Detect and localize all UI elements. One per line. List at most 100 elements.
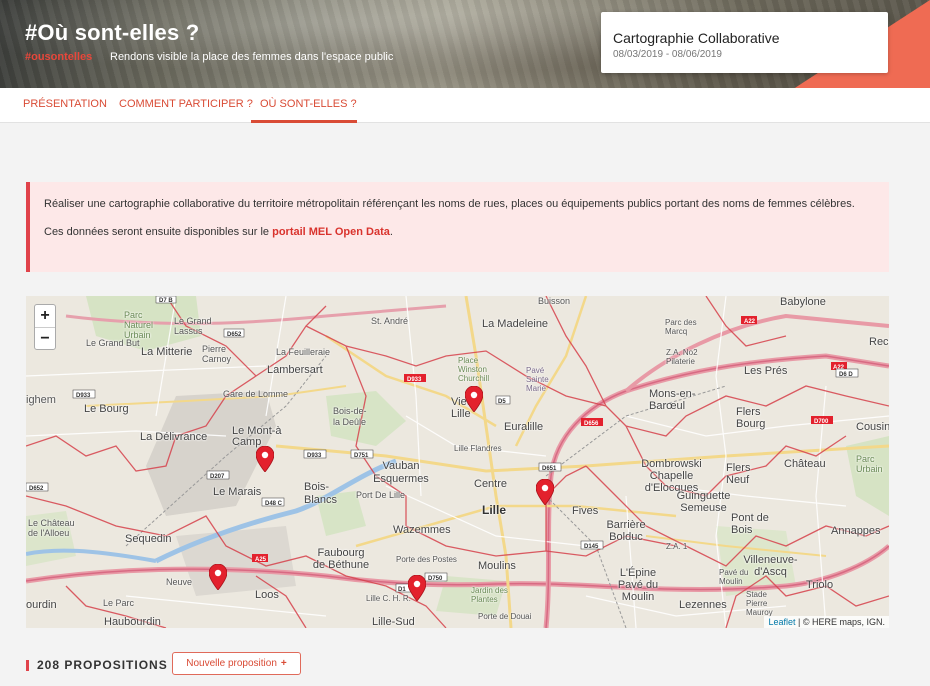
- map[interactable]: D7 B D652 D933 D5 D656 A22 A22 D700 D6 D…: [26, 296, 889, 628]
- page-title: #Où sont-elles ?: [25, 20, 200, 45]
- label-le-marais: Le Marais: [213, 486, 262, 498]
- label-flers-neuf: Flers Neuf: [726, 462, 751, 486]
- label-babylone: Babylone: [780, 296, 826, 308]
- label-fives: Fives: [572, 505, 599, 517]
- map-pin-icon[interactable]: [255, 445, 275, 473]
- label-haubourdin: Haubourdin: [104, 616, 161, 628]
- label-place-winston-churchill: Place Winston Churchill: [458, 356, 490, 383]
- label-za1: Z.A. 1: [666, 542, 688, 551]
- label-le-grand-lassus: Le Grand Lassus: [174, 316, 212, 336]
- label-la-mitterie: La Mitterie: [141, 346, 193, 358]
- label-port-de-lille: Port De Lille: [356, 490, 406, 500]
- label-st-andre: St. André: [371, 316, 409, 326]
- label-vauban-esquermes: Vauban Esquermes: [373, 460, 429, 485]
- tab-presentation[interactable]: PRÉSENTATION: [23, 88, 107, 123]
- label-neuve: Neuve: [166, 577, 193, 587]
- label-euralille: Euralille: [504, 421, 544, 433]
- open-data-link[interactable]: portail MEL Open Data: [272, 226, 390, 238]
- label-pierre-carnoy: Pierre Carnoy: [202, 344, 232, 364]
- label-lille-chr: Lille C. H. R.: [366, 594, 411, 603]
- label-barriere-bolduc: Barrière Bolduc: [606, 519, 646, 543]
- svg-text:D751: D751: [354, 453, 369, 459]
- svg-text:A22: A22: [744, 319, 756, 325]
- new-proposal-button[interactable]: Nouvelle proposition +: [172, 652, 301, 675]
- notice-prefix: Ces données seront ensuite disponibles s…: [44, 226, 273, 238]
- label-chateau: Château: [784, 458, 826, 470]
- hashtag[interactable]: #ousontelles: [25, 51, 92, 63]
- label-le-chateau-de-lalloeu: Le Château de l'Alloeu: [28, 518, 75, 538]
- attribution-text: | © HERE maps, IGN.: [795, 617, 885, 627]
- label-faubourg-de-bethune: Faubourg de Béthune: [312, 547, 370, 571]
- zoom-out-button[interactable]: −: [35, 327, 55, 349]
- label-porte-de-douai: Porte de Douai: [478, 612, 532, 621]
- svg-text:D933: D933: [407, 377, 422, 383]
- label-le-bourg: Le Bourg: [84, 403, 129, 415]
- label-lambersart: Lambersart: [267, 364, 323, 376]
- plus-icon: +: [280, 658, 287, 669]
- tab-ou-sont-elles[interactable]: OÙ SONT-ELLES ?: [251, 88, 357, 123]
- label-wazemmes: Wazemmes: [393, 524, 451, 536]
- event-title: Cartographie Collaborative: [613, 30, 780, 46]
- label-jardin-des-plantes: Jardin des Plantes: [471, 586, 508, 604]
- label-za-no2-pilaterie: Z.A. No2 Pilaterie: [666, 348, 698, 366]
- label-mons-en-baroeul: Mons-en-Barœul: [649, 388, 696, 412]
- label-le-grand-but: Le Grand But: [86, 338, 140, 348]
- map-pin-icon[interactable]: [208, 563, 228, 591]
- map-pin-icon[interactable]: [464, 385, 484, 413]
- label-porte-des-postes: Porte des Postes: [396, 555, 457, 564]
- svg-text:D652: D652: [227, 332, 242, 338]
- label-recu: Recu: [869, 336, 889, 348]
- svg-text:D652: D652: [29, 486, 44, 492]
- zoom-in-button[interactable]: +: [35, 305, 55, 327]
- label-bois-de-la-deule: Bois-de-la Deûle: [333, 406, 367, 427]
- label-la-madeleine: La Madeleine: [482, 318, 549, 330]
- label-flers-bourg: Flers Bourg: [736, 406, 766, 430]
- svg-text:D750: D750: [428, 576, 443, 582]
- svg-text:D145: D145: [584, 544, 599, 550]
- svg-text:D933: D933: [307, 453, 322, 459]
- map-pin-icon[interactable]: [407, 574, 427, 602]
- label-lezennes: Lezennes: [679, 599, 727, 611]
- svg-text:D5: D5: [498, 399, 506, 405]
- label-dombrowski: Dombrowski Chapelle d'Elocques: [641, 458, 702, 494]
- label-centre: Centre: [474, 478, 508, 490]
- leaflet-link[interactable]: Leaflet: [768, 617, 795, 627]
- notice-suffix: .: [389, 226, 393, 238]
- heading-accent-bar: [26, 659, 29, 671]
- label-stade-pierre-mauroy: Stade Pierre Mauroy: [746, 590, 773, 617]
- label-triolo: Triolo: [806, 579, 834, 591]
- proposals-count: 208 PROPOSITIONS: [37, 658, 168, 672]
- label-la-feuilleraie: La Feuilleraie: [276, 347, 331, 357]
- label-guinguette-semeuse: Guinguette Semeuse: [676, 490, 731, 514]
- label-cousinerie: Cousine: [856, 421, 889, 433]
- svg-text:D207: D207: [210, 474, 225, 480]
- label-pave-sainte-marie: Pavé Sainte Marie: [526, 366, 549, 393]
- notice-open-data: Ces données seront ensuite disponibles s…: [44, 223, 875, 242]
- svg-text:D651: D651: [542, 466, 557, 472]
- svg-text:D7 B: D7 B: [159, 298, 173, 304]
- label-le-mont-a-camp: Le Mont-à Camp: [232, 425, 282, 448]
- label-lille: Lille: [482, 503, 507, 517]
- event-dates: 08/03/2019 - 08/06/2019: [613, 49, 722, 60]
- tab-nav: PRÉSENTATION COMMENT PARTICIPER ? OÙ SON…: [0, 88, 930, 123]
- map-pin-icon[interactable]: [535, 478, 555, 506]
- label-annappes: Annappes: [831, 525, 881, 537]
- svg-text:D6 D: D6 D: [839, 372, 853, 378]
- label-lille-flandres: Lille Flandres: [454, 444, 502, 453]
- tab-comment-participer[interactable]: COMMENT PARTICIPER ?: [119, 88, 253, 123]
- label-ighem: ighem: [26, 394, 56, 406]
- label-lille-sud: Lille-Sud: [372, 616, 415, 628]
- event-card: Cartographie Collaborative 08/03/2019 - …: [601, 12, 888, 73]
- label-la-delivrance: La Délivrance: [140, 431, 208, 443]
- label-pave-du-moulin: Pavé du Moulin: [719, 568, 749, 586]
- label-parc-naturel-urbain: Parc Naturel Urbain: [124, 310, 154, 340]
- svg-text:D700: D700: [814, 419, 829, 425]
- new-proposal-label: Nouvelle proposition: [186, 658, 277, 669]
- label-sequedin: Sequedin: [125, 533, 172, 545]
- label-lepine-pave-du-moulin: L'Épine Pavé du Moulin: [617, 567, 659, 603]
- zoom-control: + −: [34, 304, 56, 350]
- label-gare-de-lomme: Gare de Lomme: [223, 389, 289, 399]
- svg-text:D933: D933: [76, 393, 91, 399]
- svg-text:A25: A25: [255, 557, 267, 563]
- label-buisson: Buisson: [538, 296, 571, 306]
